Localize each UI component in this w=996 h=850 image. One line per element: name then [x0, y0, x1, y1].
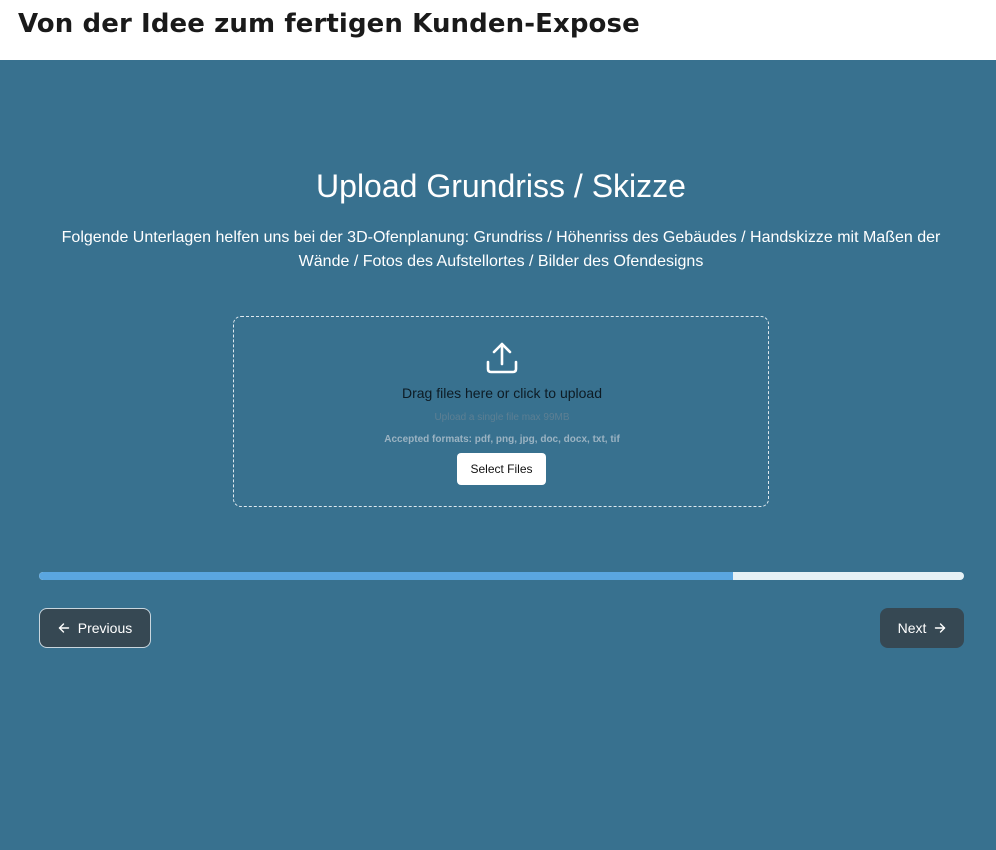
upload-icon: [486, 342, 518, 374]
next-button[interactable]: Next: [880, 608, 964, 648]
next-button-label: Next: [897, 620, 927, 636]
previous-button-label: Previous: [77, 620, 133, 636]
page-header: Von der Idee zum fertigen Kunden-Expose: [0, 0, 996, 60]
arrow-right-icon: [935, 623, 946, 633]
dropzone-size-hint: Upload a single file max 99MB: [434, 412, 570, 423]
previous-button[interactable]: Previous: [39, 608, 151, 648]
form-panel: Upload Grundriss / Skizze Folgende Unter…: [0, 60, 996, 850]
step-description: Folgende Unterlagen helfen uns bei der 3…: [61, 229, 941, 270]
dropzone-formats-hint: Accepted formats: pdf, png, jpg, doc, do…: [384, 434, 620, 445]
file-dropzone[interactable]: Drag files here or click to upload Uploa…: [233, 316, 769, 507]
step-title: Upload Grundriss / Skizze: [316, 168, 686, 204]
select-files-button[interactable]: Select Files: [457, 453, 546, 485]
dropzone-title: Drag files here or click to upload: [402, 385, 602, 401]
arrow-left-icon: [58, 623, 69, 633]
progress-bar-fill: [39, 572, 733, 580]
page-title: Von der Idee zum fertigen Kunden-Expose: [18, 9, 640, 39]
progress-bar: [39, 572, 964, 580]
